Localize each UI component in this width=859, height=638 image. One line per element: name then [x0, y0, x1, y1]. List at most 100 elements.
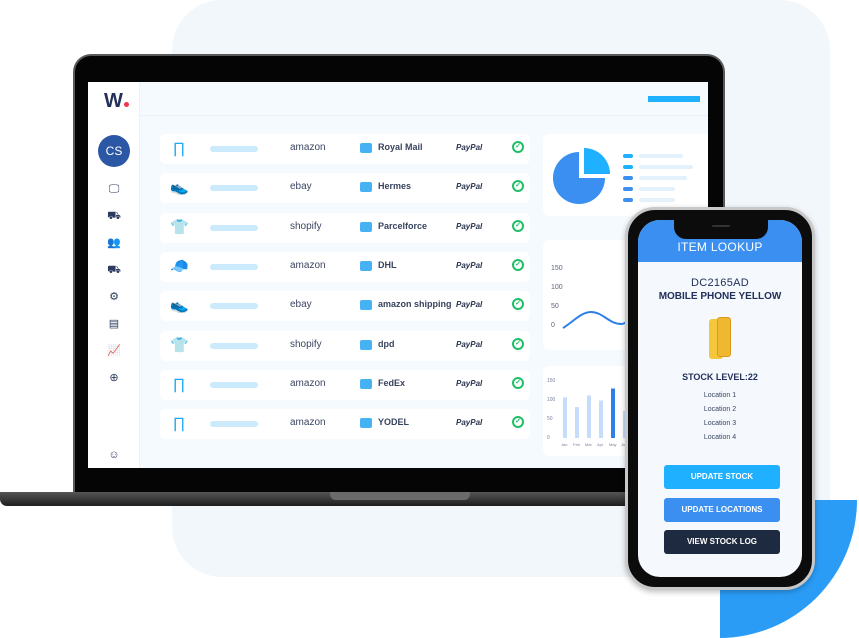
trousers-icon: ∏	[172, 375, 186, 393]
update-stock-button[interactable]: UPDATE STOCK	[664, 465, 780, 489]
product-name-placeholder	[210, 303, 258, 310]
payment-logo: PayPal	[456, 300, 483, 310]
product-image	[709, 317, 731, 359]
product-name-placeholder	[210, 342, 258, 349]
product-name-placeholder	[210, 185, 258, 192]
pie-slice-small	[584, 148, 610, 174]
avatar[interactable]: CS	[98, 135, 130, 167]
carrier-logo: Hermes	[378, 181, 412, 192]
carrier-logo: Royal Mail	[378, 142, 423, 152]
x-tick-label: Mar	[585, 442, 593, 447]
monitor-icon[interactable]: 🖵	[107, 182, 121, 196]
truck-icon	[360, 339, 372, 350]
marketplace-logo: amazon	[290, 377, 326, 389]
sneaker-icon: 👟	[170, 179, 189, 197]
order-row[interactable]: 👕 shopify dpd PayPal ✓	[160, 330, 530, 361]
users-icon[interactable]: 👥	[107, 236, 121, 250]
payment-logo: PayPal	[456, 143, 483, 152]
legend-marker	[623, 154, 633, 158]
check-icon: ✓	[512, 298, 524, 311]
cap-icon: 🧢	[170, 257, 189, 275]
payment-logo: PayPal	[456, 378, 483, 388]
carrier-logo: FedEx	[378, 377, 406, 388]
dashboard-screen: W CS 🖵 ⛟ 👥 ⛟ ⚙ ▤ 📈 ⊕ ☺ ∏ amazon Royal Mail PayPal ✓…	[88, 82, 708, 468]
carrier-logo: DHL	[378, 259, 397, 270]
phone-screen: ITEM LOOKUP DC2165AD MOBILE PHONE YELLOW…	[638, 220, 802, 577]
location-item[interactable]: Location 3	[638, 420, 802, 427]
pie-chart-card	[543, 134, 708, 216]
bar-apr	[599, 400, 603, 438]
y-tick-label: 100	[551, 284, 563, 291]
order-row[interactable]: 👟 ebay Hermes PayPal ✓	[160, 173, 530, 204]
legend-label	[639, 187, 675, 191]
check-icon: ✓	[512, 258, 524, 271]
location-item[interactable]: Location 4	[638, 434, 802, 441]
bar-jan	[563, 397, 567, 438]
y-tick-label: 150	[551, 265, 563, 272]
globe-icon[interactable]: ⊕	[107, 371, 121, 385]
phone-frame: ITEM LOOKUP DC2165AD MOBILE PHONE YELLOW…	[625, 207, 815, 590]
y-tick-label: 150	[547, 378, 556, 384]
legend-marker	[623, 187, 633, 191]
bar-mar	[587, 395, 591, 438]
view-stock-log-button[interactable]: VIEW STOCK LOG	[664, 530, 780, 554]
header-divider	[140, 115, 708, 116]
check-icon: ✓	[512, 141, 524, 153]
x-tick-label: Feb	[573, 442, 581, 447]
order-row[interactable]: ∏ amazon YODEL PayPal ✓	[160, 409, 530, 440]
y-tick-label: 0	[547, 435, 550, 441]
marketplace-logo: amazon	[290, 142, 326, 153]
header-action-bar[interactable]	[648, 96, 700, 102]
bar-may	[611, 388, 615, 438]
truck-icon	[360, 300, 372, 311]
update-locations-button[interactable]: UPDATE LOCATIONS	[664, 498, 780, 522]
truck-icon	[360, 378, 372, 389]
payment-logo: PayPal	[456, 260, 483, 270]
marketplace-logo: ebay	[290, 181, 312, 193]
pie-chart	[553, 148, 610, 204]
product-name-placeholder	[210, 146, 258, 152]
order-row[interactable]: 🧢 amazon DHL PayPal ✓	[160, 251, 530, 282]
x-tick-label: Jan	[561, 442, 567, 447]
running-shoe-icon: 👟	[170, 297, 189, 315]
check-icon: ✓	[512, 180, 524, 193]
logo[interactable]: W	[104, 90, 129, 113]
phone-notch	[674, 220, 768, 239]
t-shirt-icon: 👕	[170, 336, 189, 354]
analytics-icon[interactable]: 📈	[107, 344, 121, 358]
truck-icon[interactable]: ⛟	[107, 209, 121, 223]
marketplace-logo: shopify	[290, 220, 322, 232]
y-tick-label: 50	[551, 303, 559, 310]
legend-label	[639, 165, 693, 169]
check-icon: ✓	[512, 376, 524, 389]
payment-logo: PayPal	[456, 182, 483, 192]
payment-logo: PayPal	[456, 339, 483, 349]
check-icon: ✓	[512, 219, 524, 232]
check-icon: ✓	[512, 337, 524, 350]
account-icon[interactable]: ☺	[107, 448, 121, 462]
product-name-placeholder	[210, 381, 258, 388]
user-settings-icon[interactable]: ⚙	[107, 290, 121, 304]
trousers-icon: ∏	[172, 140, 186, 157]
y-tick-label: 50	[547, 416, 553, 422]
sidebar: W CS 🖵 ⛟ 👥 ⛟ ⚙ ▤ 📈 ⊕ ☺	[88, 82, 140, 468]
book-icon[interactable]: ▤	[107, 317, 121, 331]
product-name-placeholder	[210, 224, 258, 231]
y-tick-label: 0	[551, 322, 555, 329]
truck-icon	[360, 182, 372, 193]
legend-label	[639, 176, 687, 180]
order-row[interactable]: 👟 ebay amazon shipping PayPal ✓	[160, 291, 530, 322]
carrier-logo: dpd	[378, 338, 395, 349]
product-name-placeholder	[210, 263, 258, 270]
fast-truck-icon[interactable]: ⛟	[107, 263, 121, 277]
truck-icon	[360, 221, 372, 232]
legend-marker	[623, 198, 633, 202]
location-item[interactable]: Location 2	[638, 406, 802, 413]
item-name: MOBILE PHONE YELLOW	[658, 291, 782, 302]
order-row[interactable]: ∏ amazon FedEx PayPal ✓	[160, 369, 530, 400]
order-row[interactable]: 👕 shopify Parcelforce PayPal ✓	[160, 212, 530, 243]
order-row[interactable]: ∏ amazon Royal Mail PayPal ✓	[160, 134, 530, 164]
carrier-logo: Parcelforce	[378, 220, 428, 231]
truck-icon	[360, 418, 372, 429]
location-item[interactable]: Location 1	[638, 392, 802, 399]
